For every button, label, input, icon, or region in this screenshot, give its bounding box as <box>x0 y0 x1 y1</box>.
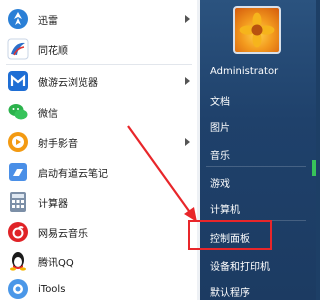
youdao-note-icon <box>6 160 30 184</box>
submenu-arrow-icon[interactable] <box>185 77 190 85</box>
submenu-arrow-icon[interactable] <box>185 138 190 146</box>
computer-link[interactable]: 计算机 <box>210 201 240 216</box>
qq-icon <box>6 249 30 273</box>
program-label: 射手影音 <box>38 138 78 150</box>
highlight-box <box>188 220 272 250</box>
netease-music-icon <box>6 220 30 244</box>
default-programs-link[interactable]: 默认程序 <box>210 284 250 299</box>
program-label: 网易云音乐 <box>38 228 88 240</box>
program-item-tonghuashun[interactable]: 同花顺 <box>4 34 196 64</box>
program-item-wechat[interactable]: 微信 <box>4 97 196 127</box>
tonghuashun-icon <box>6 37 30 61</box>
maxthon-icon <box>6 69 30 93</box>
shooter-player-icon <box>6 130 30 154</box>
separator <box>6 64 192 65</box>
program-label: 计算器 <box>38 198 68 210</box>
user-name-link[interactable]: Administrator <box>210 66 278 77</box>
program-item-netease-music[interactable]: 网易云音乐 <box>4 217 196 247</box>
program-label: iTools <box>38 283 66 295</box>
program-label: 迅雷 <box>38 15 58 27</box>
pictures-link[interactable]: 图片 <box>210 119 230 134</box>
program-label: 腾讯QQ <box>38 257 74 269</box>
xunlei-icon <box>6 7 30 31</box>
itools-icon <box>6 277 30 300</box>
scroll-indicator <box>312 160 316 176</box>
flower-icon <box>239 12 275 48</box>
program-item-itools[interactable]: iTools <box>4 274 196 300</box>
submenu-arrow-icon[interactable] <box>185 15 190 23</box>
user-avatar[interactable] <box>233 6 281 54</box>
program-item-calculator[interactable]: 计算器 <box>4 187 196 217</box>
program-item-youdao-note[interactable]: 启动有道云笔记 <box>4 157 196 187</box>
devices-printers-link[interactable]: 设备和打印机 <box>210 258 270 273</box>
program-item-shooter-player[interactable]: 射手影音 <box>4 127 196 157</box>
program-label: 启动有道云笔记 <box>38 168 108 180</box>
program-item-maxthon[interactable]: 傲游云浏览器 <box>4 66 196 96</box>
program-label: 傲游云浏览器 <box>38 77 98 89</box>
program-label: 微信 <box>38 108 58 120</box>
calculator-icon <box>6 190 30 214</box>
documents-link[interactable]: 文档 <box>210 93 230 108</box>
wechat-icon <box>6 100 30 124</box>
music-link[interactable]: 音乐 <box>210 147 230 162</box>
games-link[interactable]: 游戏 <box>210 175 230 190</box>
program-label: 同花顺 <box>38 45 68 57</box>
program-item-xunlei[interactable]: 迅雷 <box>4 4 196 34</box>
program-item-qq[interactable]: 腾讯QQ <box>4 246 196 276</box>
separator <box>206 166 306 167</box>
